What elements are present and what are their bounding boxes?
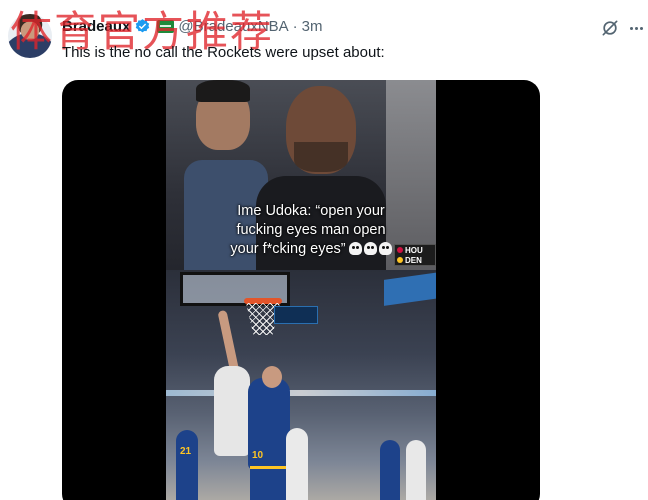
- verified-badge-icon: [134, 18, 151, 35]
- player-shooter: [214, 366, 250, 456]
- player-right-1: [380, 440, 400, 500]
- player-arm: [217, 309, 240, 375]
- author-name[interactable]: Bradeaux: [62, 18, 130, 35]
- player-bottom-left: [176, 430, 198, 500]
- arena-banner: [384, 272, 436, 306]
- scorebug-team2: DEN: [405, 255, 422, 265]
- shot-clock: [274, 306, 318, 324]
- player-right-2: [406, 440, 426, 500]
- coach-scene: Ime Udoka: “open your fucking eyes man o…: [166, 80, 436, 276]
- tweet-header: Bradeaux @BradeauxNBA · 3m: [62, 14, 323, 38]
- rockets-logo-icon: [397, 247, 403, 253]
- skull-emoji-icons: [348, 242, 392, 255]
- scorebug: HOU DEN: [394, 244, 436, 266]
- caption-line-3: your f*cking eyes”: [196, 240, 426, 259]
- more-options-icon[interactable]: [626, 18, 646, 38]
- grok-icon[interactable]: [600, 18, 620, 38]
- caption-line-2: fucking eyes man open: [236, 222, 386, 238]
- affiliate-badge-icon: [157, 19, 175, 33]
- skull-icon: [348, 242, 362, 255]
- player-defender-head: [262, 366, 282, 388]
- separator-dot: ·: [292, 17, 298, 35]
- tweet: Bradeaux @BradeauxNBA · 3m 体育官方推荐 This i…: [0, 0, 648, 500]
- video-caption: Ime Udoka: “open your fucking eyes man o…: [196, 202, 426, 259]
- skull-icon: [363, 242, 377, 255]
- media-container[interactable]: Ime Udoka: “open your fucking eyes man o…: [62, 80, 540, 500]
- arena-ring-lights: [166, 390, 436, 396]
- jersey-number-center: 10: [252, 450, 264, 461]
- player-bench: [286, 428, 308, 500]
- caption-line-1: Ime Udoka: “open your: [237, 203, 385, 219]
- author-handle[interactable]: @BradeauxNBA: [178, 18, 288, 35]
- skull-icon: [378, 242, 392, 255]
- timestamp[interactable]: 3m: [302, 18, 323, 35]
- tweet-text: This is the no call the Rockets were ups…: [62, 44, 385, 61]
- scorebug-team1: HOU: [405, 245, 423, 255]
- video-frame[interactable]: Ime Udoka: “open your fucking eyes man o…: [166, 80, 436, 500]
- game-scene: 10 21: [166, 270, 436, 500]
- nuggets-logo-icon: [397, 257, 403, 263]
- caption-line-3-text: your f*cking eyes”: [230, 241, 346, 257]
- jersey-number-left: 21: [180, 446, 192, 457]
- player-defender-shorts: [250, 466, 290, 500]
- avatar[interactable]: [8, 14, 52, 58]
